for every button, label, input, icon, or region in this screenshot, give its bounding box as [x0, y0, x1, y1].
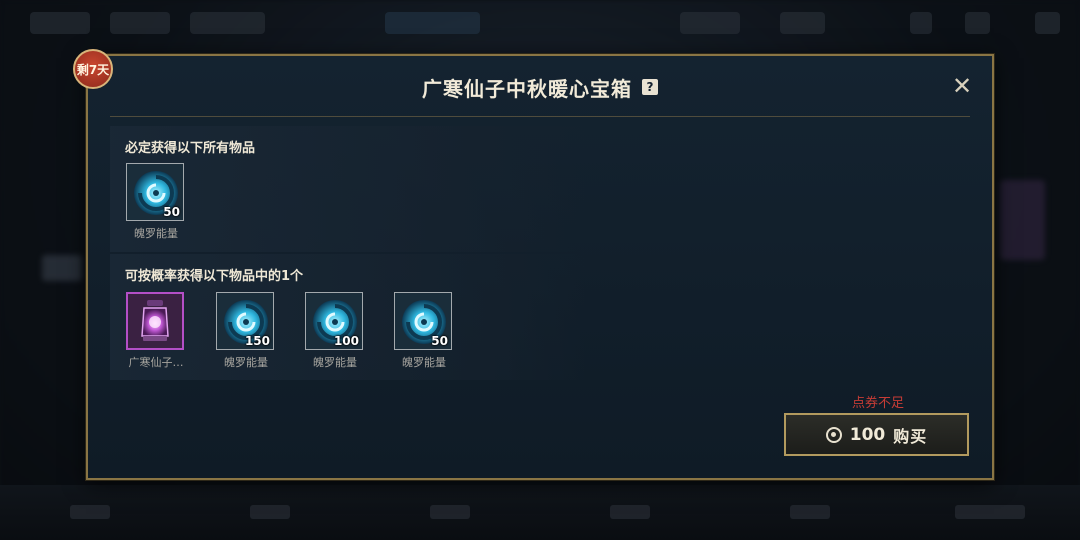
reward-item-poro-energy[interactable]: 150 魄罗能量 [216, 292, 276, 370]
background-bottom-nav [0, 485, 1080, 540]
reward-item-chang-e-lantern[interactable]: 广寒仙子… [126, 292, 186, 370]
random-rewards-label: 可按概率获得以下物品中的1个 [125, 269, 304, 284]
coupon-icon [825, 426, 842, 443]
guaranteed-rewards-panel: 必定获得以下所有物品 50 魄罗能量 [110, 126, 586, 252]
days-remaining-badge: 剩7天 [73, 49, 113, 89]
item-name: 魄罗能量 [402, 356, 446, 369]
item-quantity: 50 [163, 205, 180, 219]
background-left-tab [42, 255, 82, 281]
item-name: 魄罗能量 [134, 227, 178, 240]
random-rewards-panel: 可按概率获得以下物品中的1个 广寒仙子… 150 魄罗能量 100 魄罗能量 5… [110, 254, 586, 380]
item-quantity: 100 [333, 334, 359, 348]
dialog-title: 广寒仙子中秋暖心宝箱 [422, 76, 632, 101]
poro-energy-swirl-icon: 50 [126, 163, 184, 221]
item-quantity: 150 [244, 334, 270, 348]
title-divider [110, 116, 970, 117]
reward-item-poro-energy[interactable]: 50 魄罗能量 [126, 163, 186, 241]
item-name: 广寒仙子… [128, 356, 184, 369]
poro-energy-swirl-icon: 100 [305, 292, 363, 350]
dialog-header: 广寒仙子中秋暖心宝箱 ? [88, 72, 992, 102]
buy-price: 100 [849, 424, 886, 445]
item-name: 魄罗能量 [224, 356, 268, 369]
poro-energy-swirl-icon: 50 [394, 292, 452, 350]
guaranteed-rewards-label: 必定获得以下所有物品 [125, 141, 256, 156]
reward-item-poro-energy[interactable]: 50 魄罗能量 [394, 292, 454, 370]
poro-energy-swirl-icon: 150 [216, 292, 274, 350]
buy-button[interactable]: 100 购买 [784, 413, 969, 456]
buy-label: 购买 [893, 426, 928, 446]
insufficient-funds-warning: 点券不足 [851, 396, 904, 411]
chest-purchase-dialog: 广寒仙子中秋暖心宝箱 ? ✕ 必定获得以下所有物品 50 魄罗能量 可按概率获得… [86, 54, 994, 480]
background-top-bar [0, 0, 1080, 48]
question-mark-icon[interactable]: ? [642, 79, 658, 95]
close-icon[interactable]: ✕ [950, 74, 974, 98]
item-name: 魄罗能量 [313, 356, 357, 369]
purple-lantern-icon [126, 292, 184, 350]
item-quantity: 50 [431, 334, 448, 348]
reward-item-poro-energy[interactable]: 100 魄罗能量 [305, 292, 365, 370]
background-side-card [1000, 180, 1045, 260]
